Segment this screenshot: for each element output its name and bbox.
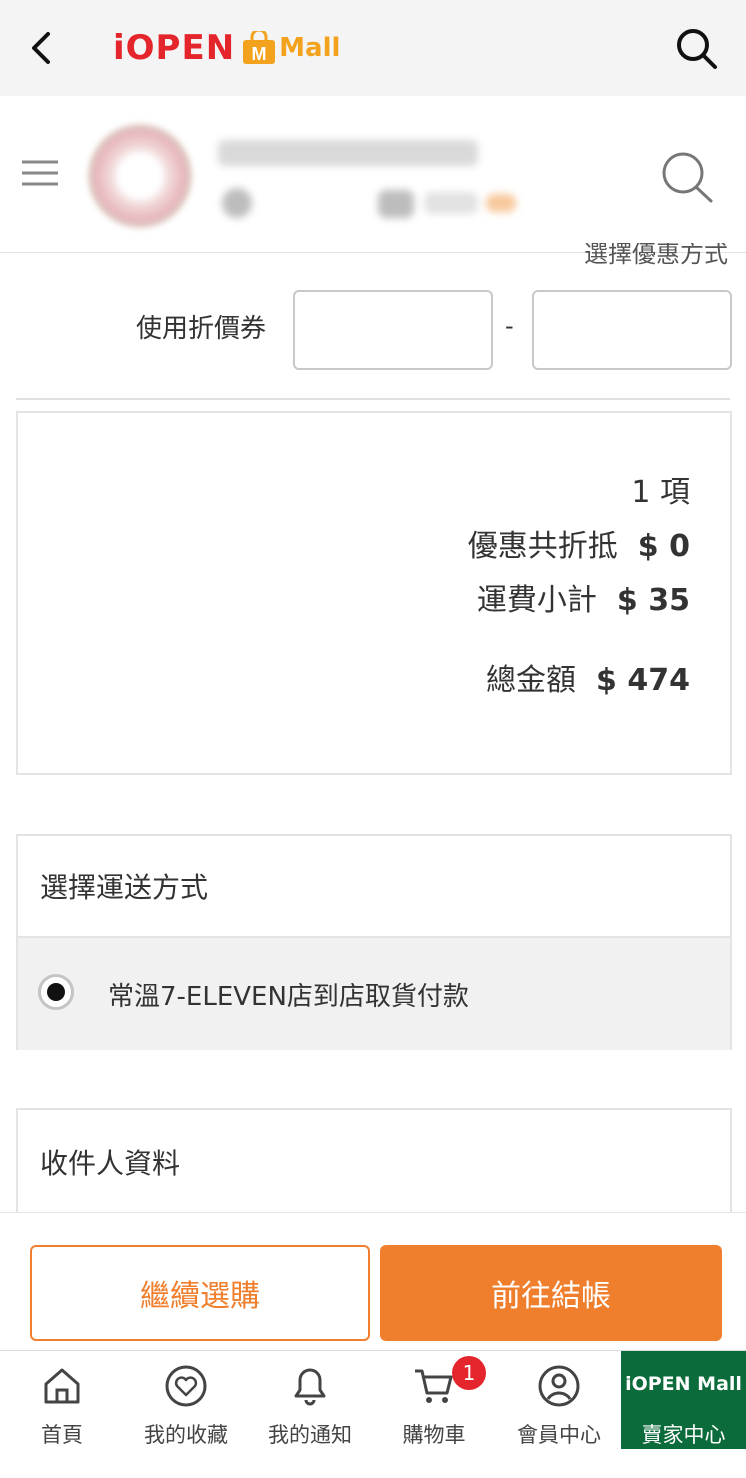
tab-favorites[interactable]: 我的收藏 [124,1351,248,1451]
store-follow-icon-blurred [378,190,414,218]
cart-badge: 1 [452,1356,486,1390]
continue-shopping-button[interactable]: 繼續選購 [30,1245,370,1341]
shipping-value: $ 35 [616,583,690,618]
order-summary: 1 項 優惠共折抵 $ 0 運費小計 $ 35 總金額 $ 474 [16,411,732,775]
coupon-separator: - [505,312,514,340]
discount-row: 優惠共折抵 $ 0 [468,521,690,565]
hamburger-menu-icon[interactable] [20,158,60,188]
tab-home[interactable]: 首頁 [0,1351,124,1451]
total-value: $ 474 [596,663,690,698]
bell-icon [289,1365,331,1407]
cart-icon [413,1365,455,1407]
store-rating-blurred [222,188,252,218]
checkout-button[interactable]: 前往結帳 [380,1245,722,1341]
tab-home-label: 首頁 [41,1423,83,1447]
store-bar [0,96,746,253]
item-count-row: 1 項 [631,467,690,511]
store-info-blurred [424,192,478,214]
iopen-mall-logo[interactable]: iOPEN M Mall [113,26,340,70]
bottom-tab-bar: 首頁 我的收藏 我的通知 購物車 1 會員中心 iOPEN Mall 賣家中心 [0,1350,746,1478]
tab-cart-label: 購物車 [402,1423,466,1447]
store-name-blurred [218,140,478,166]
coupon-label: 使用折價券 [136,314,267,344]
seller-logo: iOPEN Mall [625,1373,742,1395]
discount-label: 優惠共折抵 [467,529,618,564]
action-bar: 繼續選購 前往結帳 [0,1212,746,1351]
total-row: 總金額 $ 474 [486,655,690,699]
heart-icon [165,1365,207,1407]
shipping-label: 運費小計 [476,583,597,618]
shopping-bag-logo-icon: M [241,28,277,65]
recipient-title: 收件人資料 [40,1147,181,1180]
shipping-row: 運費小計 $ 35 [477,575,690,619]
tab-notifications[interactable]: 我的通知 [248,1351,372,1451]
shipping-method-title: 選擇運送方式 [40,871,209,904]
home-icon [41,1365,83,1407]
svg-text:M: M [252,44,267,64]
store-search-icon[interactable] [658,148,716,206]
shipping-method-section: 選擇運送方式 常溫7-ELEVEN店到店取貨付款 [16,834,732,1050]
shipping-option-label: 常溫7-ELEVEN店到店取貨付款 [108,982,469,1012]
coupon-code-input-1[interactable] [293,290,493,370]
tab-seller-label: 賣家中心 [641,1423,726,1447]
store-avatar[interactable] [88,124,192,228]
tab-member-label: 會員中心 [517,1423,601,1447]
tab-member[interactable]: 會員中心 [497,1351,621,1451]
search-icon[interactable] [672,24,720,72]
tab-favorites-label: 我的收藏 [144,1423,228,1447]
logo-subtext: Mall [279,33,341,63]
shipping-option[interactable]: 常溫7-ELEVEN店到店取貨付款 [18,936,730,1050]
item-count: 1 項 [631,475,690,510]
recipient-section: 收件人資料 [16,1108,732,1222]
discount-value: $ 0 [637,529,690,564]
tab-notifications-label: 我的通知 [268,1423,352,1447]
logo-text: iOPEN [113,28,236,68]
back-arrow-icon[interactable] [22,24,66,72]
tab-seller-center[interactable]: iOPEN Mall 賣家中心 [621,1351,746,1449]
store-badge-blurred [486,194,516,212]
divider [16,398,730,400]
user-icon [538,1365,580,1407]
coupon-code-input-2[interactable] [532,290,732,370]
promo-method-link[interactable]: 選擇優惠方式 [584,243,728,271]
app-header: iOPEN M Mall [0,0,746,96]
total-label: 總金額 [486,663,577,698]
radio-selected[interactable] [38,974,74,1010]
